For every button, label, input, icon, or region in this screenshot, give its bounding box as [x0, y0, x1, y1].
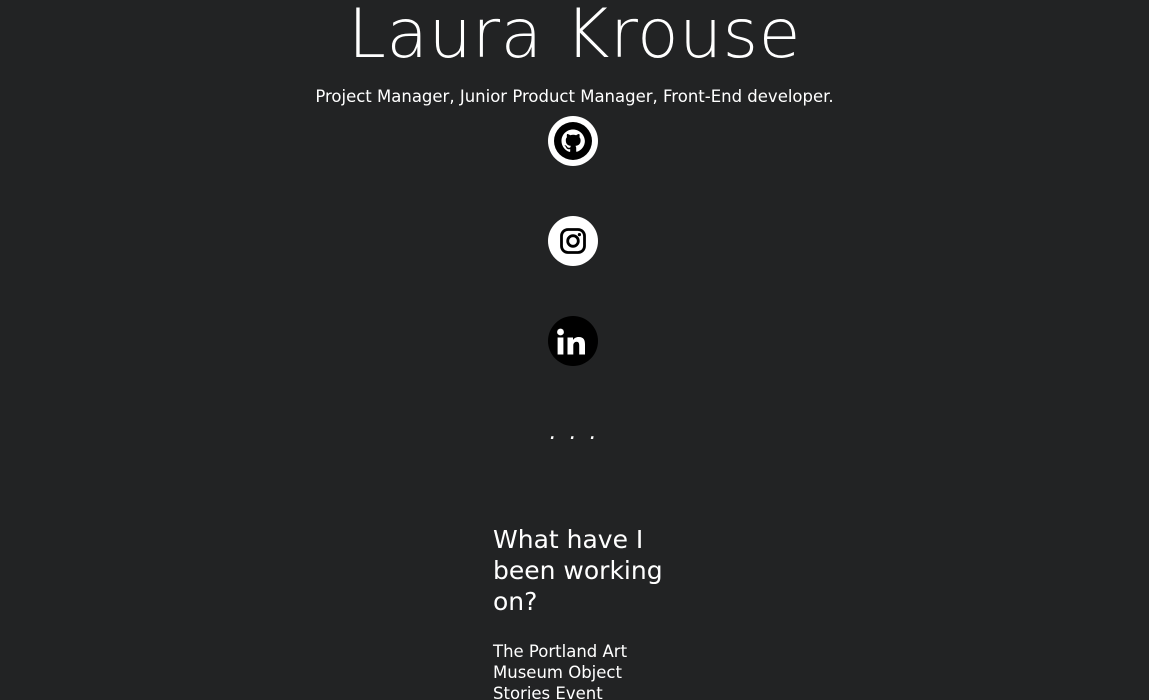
section-divider: . . .: [549, 420, 600, 445]
project-link[interactable]: The Portland Art Museum Object Stories E…: [493, 641, 643, 700]
instagram-link[interactable]: [548, 216, 598, 266]
work-heading: What have I been working on?: [493, 525, 663, 616]
tagline: Project Manager, Junior Product Manager,…: [315, 87, 834, 106]
page: Laura Krouse Project Manager, Junior Pro…: [0, 0, 1149, 700]
github-icon: [554, 122, 592, 160]
linkedin-icon: [557, 328, 585, 355]
instagram-icon: [560, 228, 586, 254]
page-title: Laura Krouse: [348, 0, 801, 74]
linkedin-link[interactable]: [548, 316, 598, 366]
github-link[interactable]: [548, 116, 598, 166]
